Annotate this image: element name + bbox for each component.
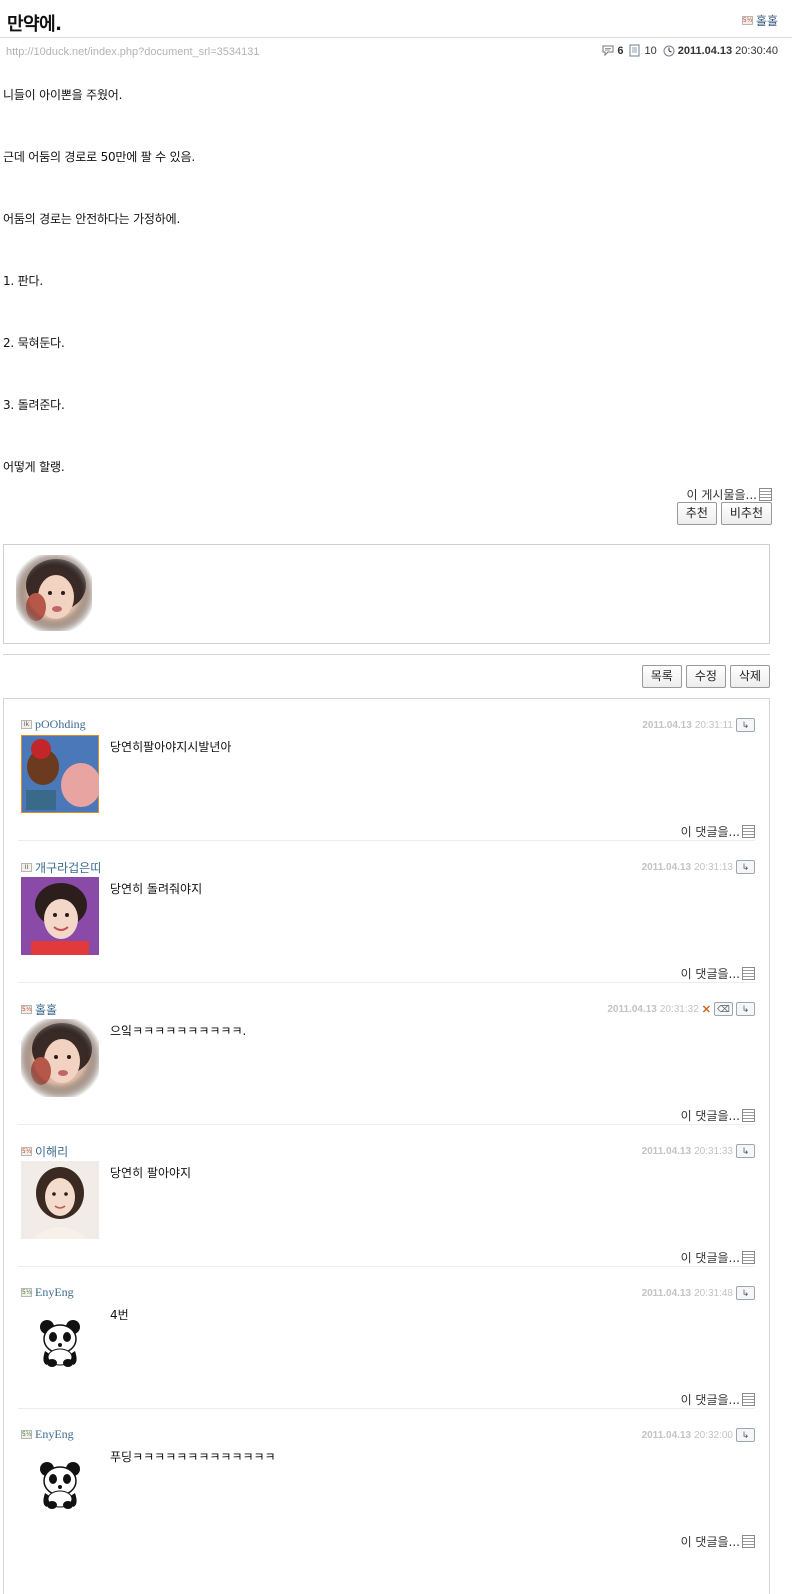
document-menu-icon[interactable] [742, 1393, 755, 1406]
reply-arrow-icon[interactable]: ↳ [736, 718, 755, 732]
post-body: 니들이 아이뽄을 주웠어. 근데 어둠의 경로로 50만에 팔 수 있음. 어둠… [0, 68, 792, 482]
this-comment-menu[interactable]: 이 댓글을... [681, 1391, 755, 1408]
reply-arrow-icon[interactable]: ↳ [736, 860, 755, 874]
comment-list: Ik pOOhding 2011.04.13 20:31:11 ↳ 당연히팔아야지… [3, 698, 770, 1594]
comment-author[interactable]: 5½ EnyEng [21, 1285, 74, 1300]
comment-text: 당연히 팔아야지 [110, 1166, 192, 1180]
this-post-menu[interactable]: 이 게시물을... [687, 486, 772, 503]
comment-date: 2011.04.13 20:32:00 ↳ [642, 1428, 755, 1442]
signature-box [3, 544, 770, 644]
comment-date: 2011.04.13 20:31:13 ↳ [642, 860, 755, 874]
comment-text: 4번 [110, 1308, 129, 1322]
delete-button[interactable]: 삭제 [729, 665, 770, 688]
reply-arrow-icon[interactable]: ↳ [736, 1144, 755, 1158]
comment-item: 5½ 홀홀 2011.04.13 20:31:32 ✕ ⌫ ↳ 으잌ㅋㅋㅋㅋㅋㅋㅋ… [18, 983, 755, 1125]
document-menu-icon[interactable] [742, 967, 755, 980]
speech-bubble-icon [602, 45, 614, 56]
post-meta: http://10duck.net/index.php?document_srl… [0, 38, 792, 68]
comment-text: 당연히팔아야지시발년아 [110, 740, 232, 754]
this-comment-menu[interactable]: 이 댓글을... [681, 1107, 755, 1124]
comment-text: 푸딩ㅋㅋㅋㅋㅋㅋㅋㅋㅋㅋㅋㅋㅋ [110, 1450, 276, 1464]
comment-item: 5½ EnyEng 2011.04.13 20:31:48 ↳ 4번 이 댓글을.… [18, 1267, 755, 1409]
read-count: 10 [629, 44, 657, 57]
clock-icon [663, 45, 675, 56]
comment-item: 5½ EnyEng 2011.04.13 20:32:00 ↳ 푸딩ㅋㅋㅋㅋㅋㅋㅋ… [18, 1409, 755, 1551]
avatar [21, 735, 99, 813]
document-menu-icon[interactable] [759, 488, 772, 501]
document-icon [629, 44, 640, 57]
level-icon: 5½ [21, 1005, 32, 1014]
comment-item: II 개구라겁은띠 2011.04.13 20:31:13 ↳ 당연히 돌려줘야지… [18, 841, 755, 983]
unrecommend-button[interactable]: 비추천 [720, 502, 772, 525]
post-line: 2. 묵혀둔다. [3, 336, 65, 350]
post-line: 1. 판다. [3, 274, 43, 288]
panda-avatar [21, 1445, 99, 1523]
comment-item: Ik pOOhding 2011.04.13 20:31:11 ↳ 당연히팔아야지… [18, 699, 755, 841]
this-comment-menu[interactable]: 이 댓글을... [681, 1249, 755, 1266]
post-author[interactable]: 5½ 홀홀 [741, 12, 778, 29]
post-header: 만약에. 5½ 홀홀 [0, 0, 792, 38]
this-comment-menu[interactable]: 이 댓글을... [681, 965, 755, 982]
post-tools: 이 게시물을... 추천 비추천 [0, 482, 792, 544]
edit-button[interactable]: 수정 [685, 665, 726, 688]
avatar [21, 1019, 99, 1097]
comment-author[interactable]: 5½ 홀홀 [21, 1001, 57, 1018]
comment-date: 2011.04.13 20:31:48 ↳ [642, 1286, 755, 1300]
document-menu-icon[interactable] [742, 1535, 755, 1548]
recommend-button[interactable]: 추천 [676, 502, 717, 525]
post-author-name[interactable]: 홀홀 [756, 12, 778, 29]
post-line: 근데 어둠의 경로로 50만에 팔 수 있음. [3, 150, 195, 164]
level-icon: 5½ [21, 1147, 32, 1156]
list-tools: 목록 수정 삭제 [0, 655, 792, 698]
comment-text: 으잌ㅋㅋㅋㅋㅋㅋㅋㅋㅋㅋ. [110, 1024, 247, 1038]
document-menu-icon[interactable] [742, 825, 755, 838]
post-line: 니들이 아이뽄을 주웠어. [3, 88, 123, 102]
eraser-icon[interactable]: ⌫ [714, 1002, 733, 1016]
comment-author[interactable]: 5½ EnyEng [21, 1427, 74, 1442]
reply-arrow-icon[interactable]: ↳ [736, 1428, 755, 1442]
comment-date: 2011.04.13 20:31:32 ✕ ⌫ ↳ [607, 1002, 755, 1016]
comment-author[interactable]: 5½ 이해리 [21, 1143, 68, 1160]
comment-author[interactable]: II 개구라겁은띠 [21, 859, 101, 876]
level-icon: 5½ [741, 16, 753, 25]
comment-author[interactable]: Ik pOOhding [21, 717, 86, 732]
post-title: 만약에. [7, 14, 62, 35]
post-date: 2011.04.13 20:30:40 [663, 45, 778, 57]
signature-image [16, 555, 92, 631]
level-icon: 5½ [21, 1430, 32, 1439]
comment-count: 6 [602, 45, 623, 57]
document-menu-icon[interactable] [742, 1251, 755, 1264]
avatar [21, 1161, 99, 1239]
post-url[interactable]: http://10duck.net/index.php?document_srl… [6, 46, 260, 58]
avatar [21, 877, 99, 955]
panda-avatar [21, 1303, 99, 1381]
document-menu-icon[interactable] [742, 1109, 755, 1122]
post-line: 어둠의 경로는 안전하다는 가정하에. [3, 212, 181, 226]
level-icon: II [21, 863, 32, 872]
level-icon: 5½ [21, 1288, 32, 1297]
comment-item: 5½ 이해리 2011.04.13 20:31:33 ↳ 당연히 팔아야지 이 댓… [18, 1125, 755, 1267]
this-comment-menu[interactable]: 이 댓글을... [681, 823, 755, 840]
post-line: 3. 돌려준다. [3, 398, 65, 412]
comment-date: 2011.04.13 20:31:11 ↳ [642, 718, 755, 732]
post-line: 어떻게 할랭. [3, 460, 65, 474]
this-comment-menu[interactable]: 이 댓글을... [681, 1533, 755, 1550]
delete-x-icon[interactable]: ✕ [702, 1003, 711, 1016]
list-button[interactable]: 목록 [641, 665, 682, 688]
comment-text: 당연히 돌려줘야지 [110, 882, 203, 896]
level-icon: Ik [21, 720, 32, 729]
reply-arrow-icon[interactable]: ↳ [736, 1286, 755, 1300]
reply-arrow-icon[interactable]: ↳ [736, 1002, 755, 1016]
comment-date: 2011.04.13 20:31:33 ↳ [642, 1144, 755, 1158]
